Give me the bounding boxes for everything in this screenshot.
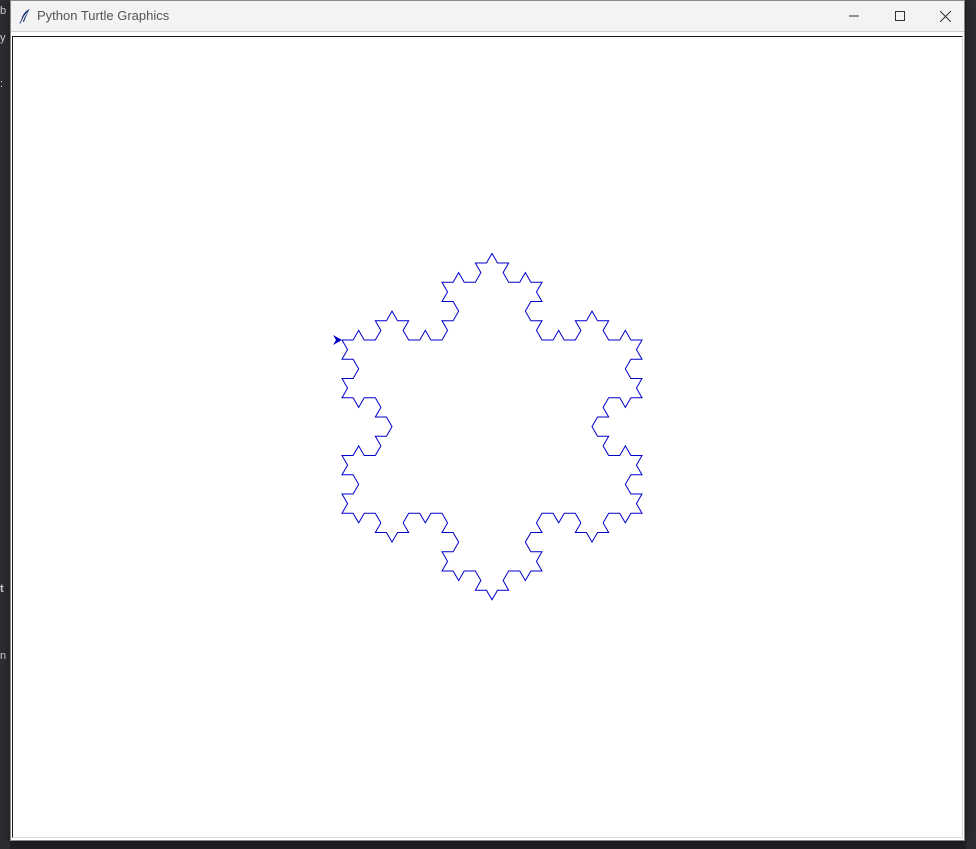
minimize-button[interactable] — [831, 1, 877, 31]
title-bar[interactable]: Python Turtle Graphics — [11, 1, 964, 32]
bg-glyph: y — [0, 32, 6, 44]
maximize-icon — [895, 11, 905, 21]
bg-glyph: : — [0, 78, 4, 90]
drawing-surface — [333, 252, 643, 601]
bg-glyph: t — [0, 583, 4, 595]
close-icon — [939, 10, 951, 22]
turtle-arrow-icon — [333, 335, 342, 345]
turtle-canvas[interactable] — [12, 36, 963, 838]
bg-glyph: n — [0, 650, 7, 662]
feather-icon — [18, 8, 32, 24]
bg-glyph: b — [0, 5, 7, 17]
background-app-right-edge — [966, 0, 976, 849]
maximize-button[interactable] — [877, 1, 923, 31]
background-app-left-edge: b y : t n — [0, 0, 10, 849]
window-title: Python Turtle Graphics — [37, 8, 170, 23]
close-button[interactable] — [922, 1, 968, 31]
minimize-icon — [849, 15, 859, 17]
turtle-window: Python Turtle Graphics — [10, 0, 965, 841]
koch-snowflake-path — [341, 252, 643, 601]
